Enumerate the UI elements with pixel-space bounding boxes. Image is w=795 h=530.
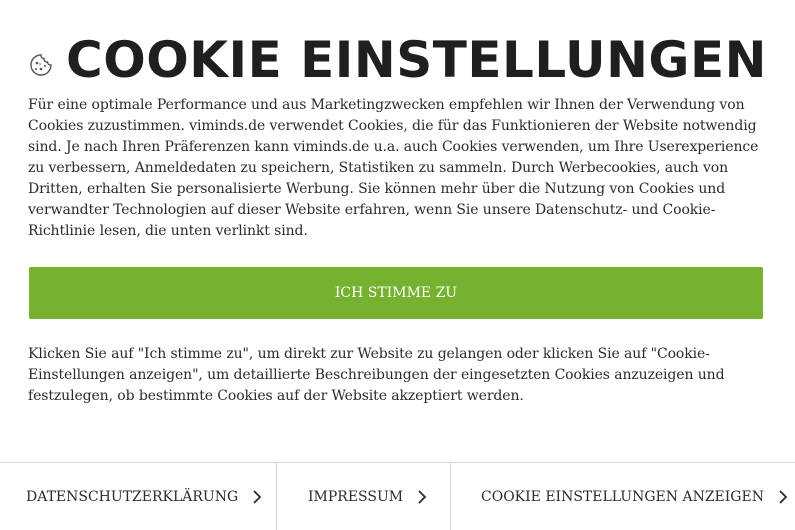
instructions-text: Klicken Sie auf "Ich stimme zu", um dire… (28, 346, 725, 404)
intro-text: Für eine optimale Performance und aus Ma… (28, 97, 759, 239)
chevron-right-icon (417, 489, 427, 505)
privacy-policy-label: DATENSCHUTZERKLÄRUNG (26, 489, 239, 505)
cookie-icon (28, 52, 54, 78)
privacy-policy-link[interactable]: DATENSCHUTZERKLÄRUNG (0, 463, 277, 530)
chevron-right-icon (252, 489, 262, 505)
imprint-link[interactable]: IMPRESSUM (277, 463, 451, 530)
chevron-right-icon (778, 489, 788, 505)
cookie-settings-label: COOKIE EINSTELLUNGEN ANZEIGEN (481, 489, 764, 505)
footer-links: DATENSCHUTZERKLÄRUNG IMPRESSUM COOKIE EI… (0, 462, 795, 530)
banner-title: COOKIE EINSTELLUNGEN (66, 31, 767, 89)
banner-header: COOKIE EINSTELLUNGEN (0, 30, 795, 90)
cookie-settings-link[interactable]: COOKIE EINSTELLUNGEN ANZEIGEN (451, 463, 795, 530)
imprint-label: IMPRESSUM (308, 489, 404, 505)
accept-button[interactable]: ICH STIMME ZU (29, 267, 763, 319)
